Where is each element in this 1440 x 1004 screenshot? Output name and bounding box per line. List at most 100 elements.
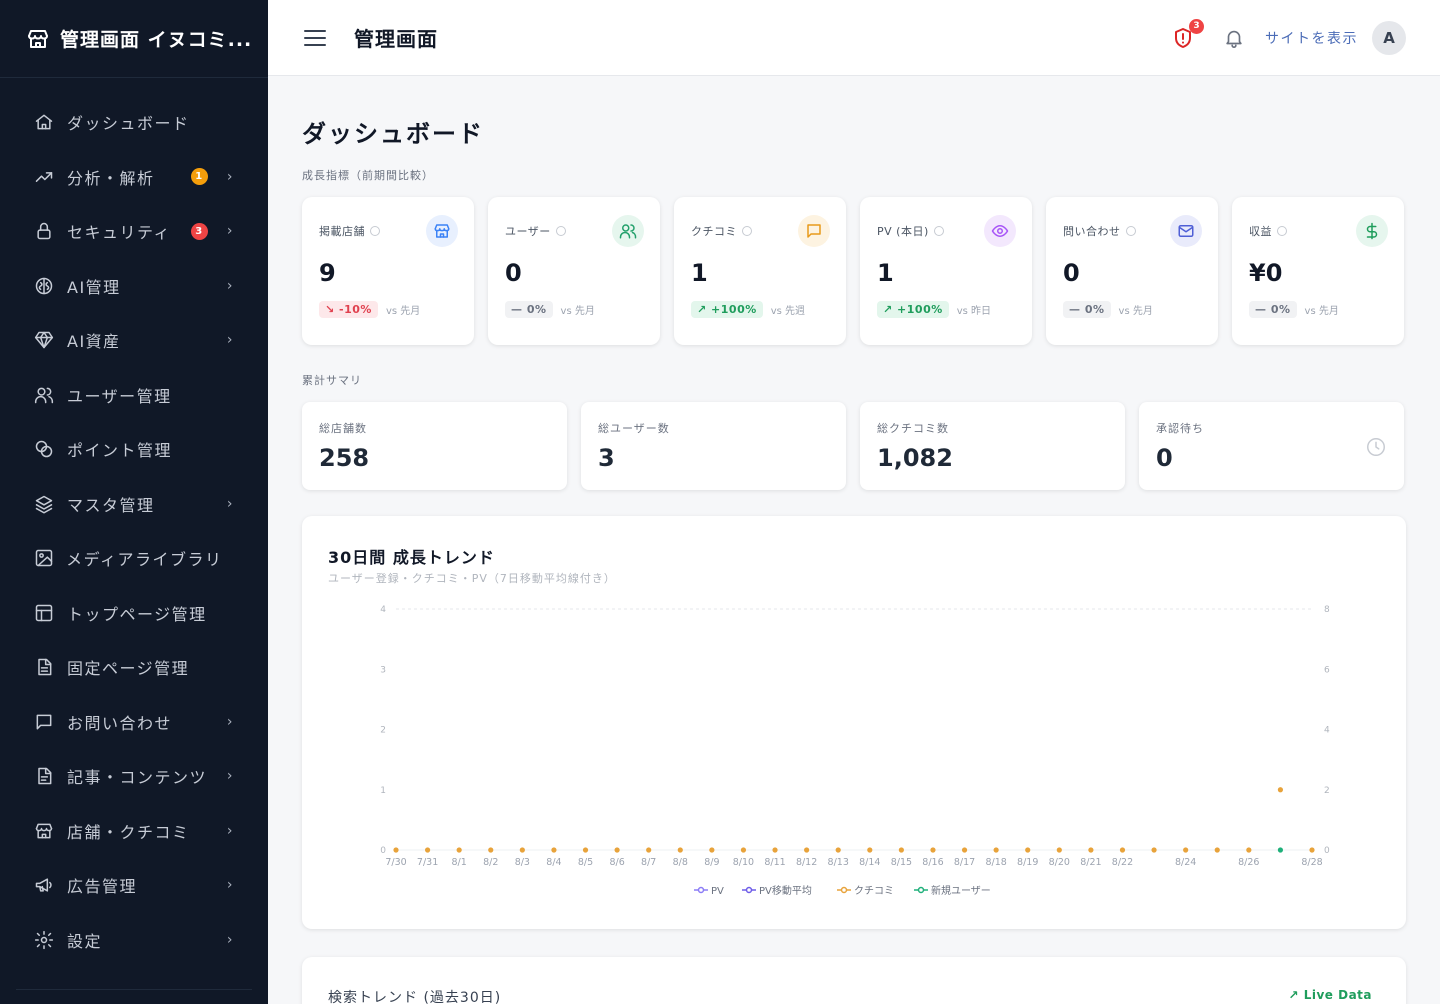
sidebar-item[interactable]: セキュリティ 3 › [0,204,268,259]
legend-label: PV [711,886,724,897]
summary-title: 総クチコミ数 [877,422,949,435]
sidebar-item-label: お問い合わせ [67,713,173,733]
sidebar-item-label: ユーザー管理 [67,386,172,406]
sidebar-item[interactable]: AI管理 › [0,259,268,314]
sidebar-item[interactable]: 記事・コンテンツ › [0,749,268,804]
data-point [1056,847,1062,853]
data-point [551,847,557,853]
kpi-icon [798,215,830,247]
comparison-label: vs 先月 [385,306,421,317]
users-icon [619,224,637,239]
sidebar-item[interactable]: ポイント管理 [0,422,268,477]
sidebar-item-label: 店舗・クチコミ [67,822,190,842]
bell-icon[interactable] [1223,27,1245,49]
x-tick-label: 8/10 [733,857,754,868]
brand[interactable]: 管理画面 イヌコミ... [0,0,268,78]
coins-icon [33,438,55,460]
sidebar-item-label: メディアライブラリ [66,550,223,570]
legend-label: クチコミ [854,885,894,897]
avatar[interactable]: A [1372,20,1406,55]
security-alert-button[interactable]: 3 [1171,18,1204,50]
search-trend-title: 検索トレンド (過去30日) [328,990,502,1004]
store-icon [33,820,55,842]
ai-brain-icon [35,277,53,294]
data-point [804,847,810,853]
summary-card[interactable]: 承認待ち 0 [1139,402,1404,490]
sidebar-item[interactable]: ユーザー管理 [0,368,268,423]
x-tick-label: 8/2 [483,857,498,868]
kpi-card[interactable]: ユーザー 0 — 0% vs 先月 [488,197,660,345]
sidebar-item[interactable]: 店舗・クチコミ › [0,804,268,859]
kpi-title: 問い合わせ [1063,223,1136,239]
kpi-title-text: 問い合わせ [1063,225,1121,238]
summary-card[interactable]: 総店舗数 258 [302,402,567,490]
kpi-value: 0 [1063,259,1080,287]
change-chip: — 0% [505,301,553,318]
kpi-card[interactable]: 問い合わせ 0 — 0% vs 先月 [1046,197,1218,345]
kpi-value: ¥0 [1249,259,1283,287]
sidebar-item[interactable]: お問い合わせ › [0,695,268,750]
data-point [1025,847,1031,853]
sidebar-item[interactable]: AI資産 › [0,313,268,368]
info-icon [1277,226,1287,236]
chevron-right-icon: › [226,877,234,894]
chevron-right-icon: › [226,277,234,294]
sidebar-item[interactable]: ダッシュボード [0,95,268,150]
summary-card[interactable]: 総ユーザー数 3 [581,402,846,490]
sidebar-item[interactable]: 設定 › [0,913,268,968]
megaphone-icon [33,874,55,896]
y-right-tick-label: 8 [1324,605,1330,615]
home-icon [33,111,55,133]
kpi-card[interactable]: クチコミ 1 ↗ +100% vs 先週 [674,197,846,345]
kpi-title-text: クチコミ [691,225,737,238]
x-tick-label: 8/1 [452,857,467,868]
kpi-card[interactable]: PV (本日) 1 ↗ +100% vs 昨日 [860,197,1032,345]
gem-icon [34,332,54,349]
legend-label: 新規ユーザー [931,884,991,897]
image-icon [33,547,54,569]
sidebar-item-label: AI資産 [67,332,121,352]
change-chip: ↗ +100% [691,301,763,318]
x-tick-label: 8/19 [1017,857,1038,868]
change-value: 0% [1270,303,1291,316]
data-point [1277,787,1284,793]
search-trend-card: 検索トレンド (過去30日) ↗ Live Data [302,957,1406,1004]
x-tick-label: 8/3 [515,857,530,868]
growth-trend-chart: 0 1 2 3 4 0 2 4 6 8 7/30 7/31 8/1 8/2 8/3 8/4 8/5 8/6 8/7 8… [380,605,1330,897]
message-icon [36,714,52,730]
kpi-card[interactable]: 収益 ¥0 — 0% vs 先月 [1232,197,1404,345]
sidebar-item-label: 記事・コンテンツ [67,768,208,788]
menu-toggle-icon[interactable] [304,29,326,46]
sidebar-item[interactable]: 固定ページ管理 [0,640,268,695]
brand-title: 管理画面 イヌコミ... [60,29,253,51]
view-site-link[interactable]: サイトを表示 [1265,28,1358,48]
x-tick-label: 8/12 [796,857,817,868]
kpi-card[interactable]: 掲載店舗 9 ↘ -10% vs 先月 [302,197,474,345]
data-point [582,847,589,853]
legend-marker [917,886,925,894]
sidebar-item[interactable]: 分析・解析 1 › [0,150,268,205]
summary-card[interactable]: 総クチコミ数 1,082 [860,402,1125,490]
header-title: 管理画面 [354,27,438,51]
sidebar-item[interactable]: 広告管理 › [0,858,268,913]
data-point [519,847,525,853]
summary-value: 0 [1156,444,1173,472]
kpi-title: 掲載店舗 [319,223,380,239]
data-point [867,847,873,853]
y-right-tick-label: 4 [1324,726,1330,736]
x-tick-label: 8/28 [1301,857,1322,868]
chevron-right-icon: › [226,768,234,785]
store-icon [28,29,48,48]
kpi-title-text: ユーザー [505,225,551,238]
gear-icon [33,929,55,951]
sidebar-item[interactable]: トップページ管理 [0,586,268,641]
sidebar-item-label: AI管理 [67,277,121,297]
sidebar-item[interactable]: メディアライブラリ [0,531,268,586]
sidebar-item-badge: 3 [191,222,208,240]
document-icon [38,768,52,785]
kpi-row: 掲載店舗 9 ↘ -10% vs 先月 ユーザー 0 — 0% vs 先月 クチコミ 1 ↗ +10… [302,197,1406,345]
summary-section-label: 累計サマリ [302,374,362,387]
data-point [1277,847,1284,853]
sidebar-item[interactable]: マスタ管理 › [0,477,268,532]
data-point [1183,847,1189,853]
